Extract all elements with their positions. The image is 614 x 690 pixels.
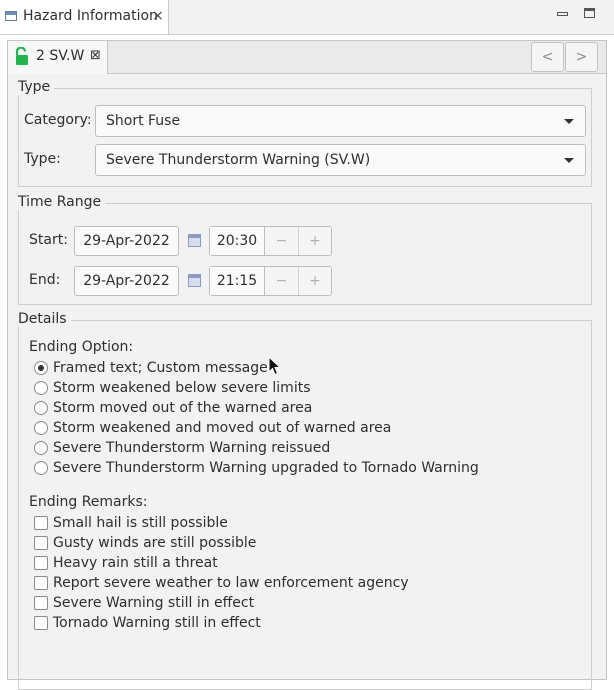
end-time-decrement-button[interactable]: − <box>265 267 299 295</box>
type-combo[interactable]: Severe Thunderstorm Warning (SV.W) <box>95 144 586 176</box>
close-icon[interactable]: ⊠ <box>90 48 101 63</box>
end-time-increment-button[interactable]: + <box>299 267 331 295</box>
time-range-title: Time Range <box>18 194 106 210</box>
details-title: Details <box>18 311 71 327</box>
ending-remarks-label: Ending Remarks: <box>29 494 148 510</box>
ending-option-radio[interactable] <box>34 381 48 395</box>
previous-button[interactable]: < <box>531 42 564 72</box>
start-date-field[interactable]: 29-Apr-2022 <box>74 226 179 256</box>
ending-remark-label: Report severe weather to law enforcement… <box>53 575 409 591</box>
category-value: Short Fuse <box>106 113 181 129</box>
ending-remark-label: Tornado Warning still in effect <box>53 615 261 631</box>
category-label: Category: <box>24 112 92 128</box>
start-label: Start: <box>29 232 68 248</box>
start-time-increment-button[interactable]: + <box>299 227 331 255</box>
ending-remark-checkbox[interactable] <box>34 556 48 570</box>
category-combo[interactable]: Short Fuse <box>95 105 586 137</box>
ending-option-radio[interactable] <box>34 441 48 455</box>
chevron-down-icon <box>564 158 574 163</box>
type-label: Type: <box>24 151 61 167</box>
ending-remark-label: Gusty winds are still possible <box>53 535 257 551</box>
end-label: End: <box>29 272 61 288</box>
ending-remark-label: Small hail is still possible <box>53 515 228 531</box>
start-time-spinner[interactable]: 20:30 − + <box>209 226 332 256</box>
ending-option-label-text: Storm weakened below severe limits <box>53 380 311 396</box>
start-time-decrement-button[interactable]: − <box>265 227 299 255</box>
ending-remark-label: Severe Warning still in effect <box>53 595 255 611</box>
ending-option-radio[interactable] <box>34 361 48 375</box>
end-date-field[interactable]: 29-Apr-2022 <box>74 266 179 296</box>
ending-remark-checkbox[interactable] <box>34 596 48 610</box>
end-time-value[interactable]: 21:15 <box>210 267 265 295</box>
ending-remark-checkbox[interactable] <box>34 516 48 530</box>
calendar-icon[interactable] <box>188 274 201 287</box>
type-value: Severe Thunderstorm Warning (SV.W) <box>106 152 371 168</box>
ending-option-label-text: Severe Thunderstorm Warning reissued <box>53 440 331 456</box>
chevron-down-icon <box>564 119 574 124</box>
ending-option-radio[interactable] <box>34 401 48 415</box>
start-time-value[interactable]: 20:30 <box>210 227 265 255</box>
next-button[interactable]: > <box>565 42 598 72</box>
end-time-spinner[interactable]: 21:15 − + <box>209 266 332 296</box>
minimize-icon[interactable] <box>557 12 568 16</box>
ending-remark-checkbox[interactable] <box>34 576 48 590</box>
editor-tab-label: 2 SV.W <box>36 48 85 64</box>
ending-option-label-text: Severe Thunderstorm Warning upgraded to … <box>53 460 479 476</box>
ending-option-label: Ending Option: <box>29 339 134 355</box>
ending-remark-checkbox[interactable] <box>34 536 48 550</box>
calendar-icon[interactable] <box>188 234 201 247</box>
type-group-title: Type <box>18 79 55 95</box>
mouse-cursor-icon <box>268 356 281 376</box>
unlocked-lock-icon <box>15 47 28 65</box>
close-icon[interactable]: × <box>152 8 164 24</box>
view-tab-label: Hazard Information <box>23 8 158 24</box>
ending-option-radio[interactable] <box>34 421 48 435</box>
window-icon <box>5 11 17 21</box>
ending-option-label-text: Storm weakened and moved out of warned a… <box>53 420 392 436</box>
ending-option-label-text: Storm moved out of the warned area <box>53 400 313 416</box>
ending-option-label-text: Framed text; Custom message <box>53 360 268 376</box>
maximize-icon[interactable] <box>584 8 595 18</box>
ending-remark-label: Heavy rain still a threat <box>53 555 218 571</box>
ending-remark-checkbox[interactable] <box>34 616 48 630</box>
ending-option-radio[interactable] <box>34 461 48 475</box>
